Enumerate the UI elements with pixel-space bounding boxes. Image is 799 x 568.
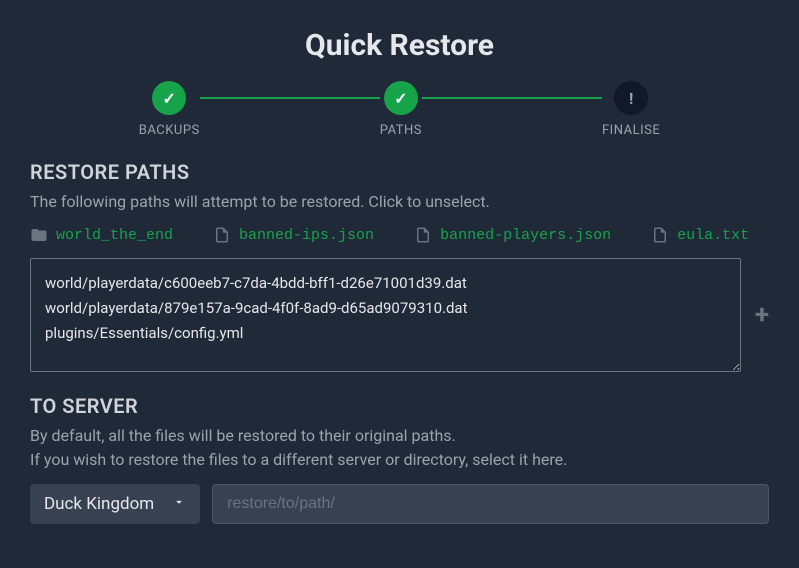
server-select-value: Duck Kingdom [44,494,154,514]
path-item[interactable]: world_the_end [30,226,173,244]
step-label: PATHS [380,123,422,138]
to-server-desc-line1: By default, all the files will be restor… [30,426,456,445]
stepper: BACKUPS PATHS FINALISE [30,81,769,138]
restore-paths-description: The following paths will attempt to be r… [30,190,769,214]
step-finalise[interactable]: FINALISE [602,81,660,138]
additional-paths-textarea[interactable] [30,258,741,372]
file-icon [213,226,231,244]
step-label: BACKUPS [139,123,200,138]
to-server-description: By default, all the files will be restor… [30,424,769,472]
file-icon [414,226,432,244]
step-label: FINALISE [602,123,660,138]
textarea-row: + [30,258,769,372]
check-icon [152,81,186,115]
path-item[interactable]: banned-players.json [414,226,611,244]
exclaim-icon [614,81,648,115]
file-icon [651,226,669,244]
step-paths[interactable]: PATHS [380,81,422,138]
check-icon [384,81,418,115]
add-path-button[interactable]: + [755,300,769,330]
server-select[interactable]: Duck Kingdom [30,484,200,524]
path-name: world_the_end [56,227,173,244]
page-title: Quick Restore [30,28,769,63]
chevron-down-icon [172,494,186,514]
folder-icon [30,226,48,244]
path-name: banned-ips.json [239,227,374,244]
paths-grid: world_the_end banned-ips.json banned-pla… [30,226,769,244]
to-server-desc-line2: If you wish to restore the files to a di… [30,450,567,469]
step-backups[interactable]: BACKUPS [139,81,200,138]
path-item[interactable]: eula.txt [651,226,749,244]
path-name: banned-players.json [440,227,611,244]
server-row: Duck Kingdom [30,484,769,524]
restore-paths-heading: RESTORE PATHS [30,160,769,184]
step-connector [422,97,602,99]
to-server-heading: TO SERVER [30,394,769,418]
step-connector [200,97,380,99]
path-item[interactable]: banned-ips.json [213,226,374,244]
path-name: eula.txt [677,227,749,244]
restore-path-input[interactable] [212,484,769,524]
